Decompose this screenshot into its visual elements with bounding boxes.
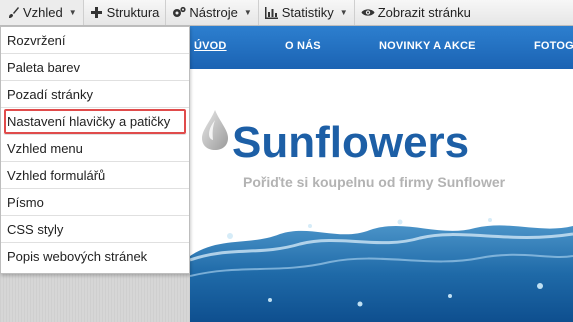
menu-item-pismo[interactable]: Písmo <box>1 189 189 216</box>
menu-item-rozvrzeni[interactable]: Rozvržení <box>1 27 189 54</box>
plus-icon <box>90 6 104 20</box>
bar-chart-icon <box>265 6 279 20</box>
water-drop-logo-icon <box>200 108 230 157</box>
site-nav-foto[interactable]: FOTOG <box>534 40 573 52</box>
site-tagline: Pořiďte si koupelnu od firmy Sunflower <box>243 174 506 190</box>
site-brand-title: Sunflowers <box>232 118 470 167</box>
toolbar-zobrazit[interactable]: Zobrazit stránku <box>355 0 477 25</box>
toolbar-statistiky[interactable]: Statistiky ▼ <box>259 0 355 25</box>
chevron-down-icon: ▼ <box>339 8 348 17</box>
toolbar-statistiky-label: Statistiky <box>281 5 334 20</box>
site-nav-o-nas[interactable]: O NÁS <box>285 40 321 52</box>
chevron-down-icon: ▼ <box>68 8 77 17</box>
toolbar-zobrazit-label: Zobrazit stránku <box>377 5 471 20</box>
toolbar-struktura[interactable]: Struktura <box>84 0 167 25</box>
brush-icon <box>6 6 20 20</box>
toolbar-vzhled[interactable]: Vzhled ▼ <box>0 0 84 25</box>
toolbar-struktura-label: Struktura <box>106 5 160 20</box>
website-preview: ÚVOD O NÁS NOVINKY A AKCE FOTOG Sunflowe… <box>190 26 573 322</box>
toolbar-vzhled-label: Vzhled <box>23 5 63 20</box>
menu-item-css-styly[interactable]: CSS styly <box>1 216 189 243</box>
menu-item-popis-stranek[interactable]: Popis webových stránek <box>1 243 189 270</box>
vzhled-dropdown-menu: Rozvržení Paleta barev Pozadí stránky Na… <box>0 26 190 274</box>
menu-item-nastaveni-hlavicky[interactable]: Nastavení hlavičky a patičky <box>3 108 187 135</box>
site-nav-bar: ÚVOD O NÁS NOVINKY A AKCE FOTOG <box>190 26 573 69</box>
site-nav-novinky[interactable]: NOVINKY A AKCE <box>379 40 476 52</box>
toolbar-nastroje-label: Nástroje <box>189 5 238 20</box>
menu-item-vzhled-menu[interactable]: Vzhled menu <box>1 135 189 162</box>
menu-item-pozadi-stranky[interactable]: Pozadí stránky <box>1 81 189 108</box>
toolbar-nastroje[interactable]: Nástroje ▼ <box>166 0 259 25</box>
top-toolbar: Vzhled ▼ Struktura Nástroje ▼ Statistiky… <box>0 0 573 26</box>
gears-icon <box>172 6 187 20</box>
eye-icon <box>361 6 375 20</box>
menu-item-paleta-barev[interactable]: Paleta barev <box>1 54 189 81</box>
chevron-down-icon: ▼ <box>243 8 252 17</box>
site-nav-uvod[interactable]: ÚVOD <box>194 40 227 52</box>
water-splash-image <box>190 216 573 322</box>
menu-item-vzhled-formularu[interactable]: Vzhled formulářů <box>1 162 189 189</box>
